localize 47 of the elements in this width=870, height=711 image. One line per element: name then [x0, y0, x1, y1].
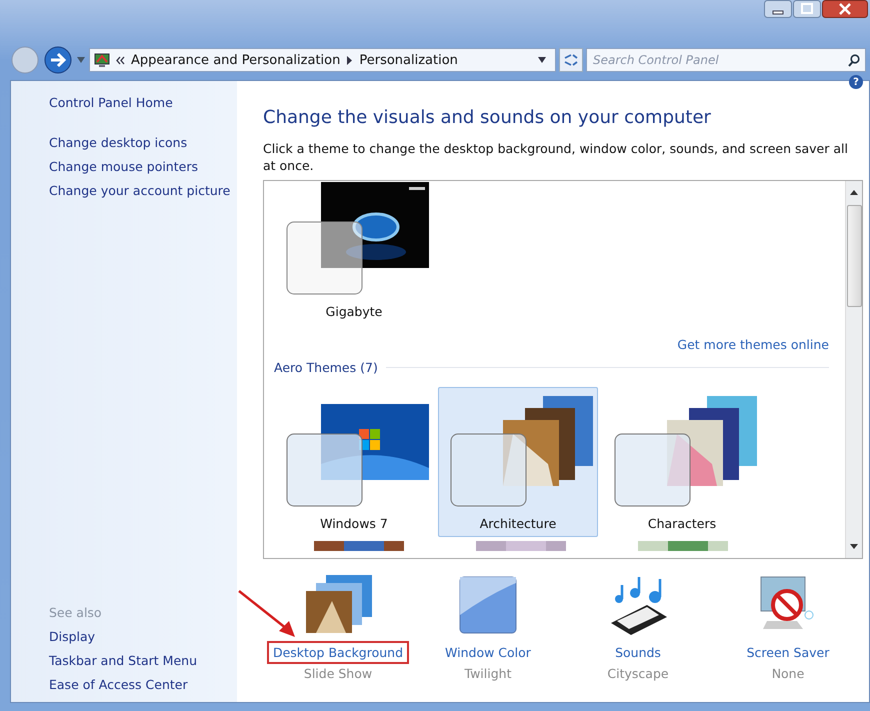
maximize-icon[interactable] — [793, 0, 821, 18]
setting-link[interactable]: Screen Saver — [740, 641, 836, 664]
search-field[interactable]: Search Control Panel — [586, 48, 866, 72]
forward-icon[interactable] — [43, 45, 73, 75]
sidebar-link[interactable]: Change your account picture — [49, 183, 230, 198]
theme-tile[interactable]: Gigabyte — [274, 181, 434, 327]
group-heading: Aero Themes (7) — [274, 360, 378, 375]
chevron-icon — [116, 56, 125, 64]
theme-tile[interactable]: Architecture — [438, 387, 598, 537]
description: Click a theme to change the desktop background, window color, sounds, and screen saver all at once. — [263, 140, 849, 174]
theme-name: Architecture — [480, 516, 556, 531]
address-field[interactable]: Appearance and Personalization Personalization — [89, 48, 556, 72]
search-icon[interactable] — [848, 54, 860, 67]
breadcrumb[interactable]: Personalization — [359, 52, 458, 68]
setting-link[interactable]: Window Color — [439, 641, 537, 664]
color-swatch-icon[interactable] — [458, 575, 518, 635]
separator-arrow-icon — [346, 56, 354, 64]
more-themes-link[interactable]: Get more themes online — [677, 337, 829, 352]
page-heading: Change the visuals and sounds on your computer — [263, 107, 712, 128]
sidebar-link[interactable]: Display — [49, 629, 96, 644]
sidebar-link[interactable]: Ease of Access Center — [49, 677, 188, 692]
dropdown-icon[interactable] — [537, 56, 547, 64]
theme-name: Gigabyte — [326, 304, 382, 319]
setting-link[interactable]: Desktop Background — [266, 641, 410, 664]
scroll-up-icon[interactable] — [850, 189, 858, 195]
theme-name: Windows 7 — [320, 516, 388, 531]
theme-name: Characters — [648, 516, 716, 531]
scroll-down-icon[interactable] — [850, 544, 858, 550]
help-button[interactable]: ? — [849, 75, 863, 89]
setting-value: Twilight — [464, 666, 512, 681]
close-icon[interactable] — [822, 0, 868, 18]
sidebar-link[interactable]: Change desktop icons — [49, 135, 188, 150]
setting-value: None — [772, 666, 804, 681]
minimize-icon[interactable] — [764, 0, 792, 18]
control-panel-icon — [94, 52, 110, 68]
sidebar-link[interactable]: Change mouse pointers — [49, 159, 198, 174]
breadcrumb[interactable]: Appearance and Personalization — [131, 52, 340, 68]
refresh-icon[interactable] — [559, 48, 583, 72]
see-also-heading: See also — [49, 605, 102, 620]
scroll-thumb[interactable] — [846, 205, 862, 307]
setting-value: Slide Show — [304, 666, 372, 681]
sidebar-link[interactable]: Taskbar and Start Menu — [49, 653, 198, 668]
theme-tile[interactable]: Characters — [602, 387, 762, 537]
theme-tile[interactable]: Windows 7 — [274, 387, 434, 537]
sidebar-link[interactable]: Control Panel Home — [49, 95, 173, 110]
setting-link[interactable]: Sounds — [609, 641, 667, 664]
setting-value: Cityscape — [607, 666, 669, 681]
